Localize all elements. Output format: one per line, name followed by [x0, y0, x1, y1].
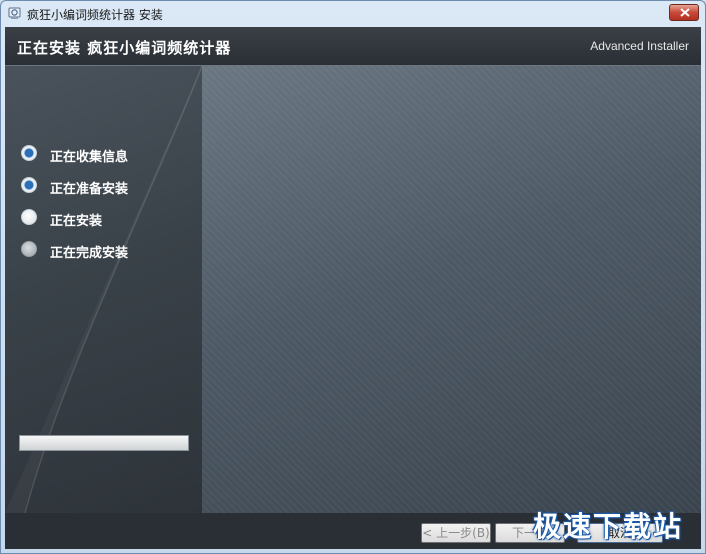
brand-label: Advanced Installer: [590, 39, 689, 53]
step-done-icon: [21, 145, 37, 161]
installer-client-area: 正在安装 疯狂小编词频统计器 Advanced Installer 正在收集信息…: [5, 27, 701, 549]
page-title: 正在安装 疯狂小编词频统计器: [17, 39, 232, 57]
steps-sidebar: 正在收集信息 正在准备安装 正在安装 正在完成安装: [5, 66, 202, 513]
step-current-icon: [21, 209, 37, 225]
watermark-logo: 极速下载站: [533, 510, 684, 543]
close-button[interactable]: [669, 4, 699, 21]
title-bar[interactable]: 疯狂小编词频统计器 安装: [1, 1, 705, 27]
step-done-icon: [21, 177, 37, 193]
window-title: 疯狂小编词频统计器 安装: [27, 8, 163, 22]
step-label: 正在收集信息: [50, 150, 129, 165]
back-button[interactable]: < 上一步(B): [421, 523, 491, 543]
header-banner: 正在安装 疯狂小编词频统计器 Advanced Installer: [5, 27, 701, 65]
step-label: 正在准备安装: [50, 182, 129, 197]
installer-window: 疯狂小编词频统计器 安装 正在安装 疯狂小编词频统计器 Advanced Ins…: [0, 0, 706, 554]
install-progress-bar: [19, 435, 189, 451]
close-icon: [680, 8, 690, 17]
installer-app-icon: [8, 7, 21, 19]
step-pending-icon: [21, 241, 37, 257]
step-label: 正在安装: [50, 214, 103, 229]
step-label: 正在完成安装: [50, 246, 129, 261]
main-content-panel: [202, 66, 701, 513]
